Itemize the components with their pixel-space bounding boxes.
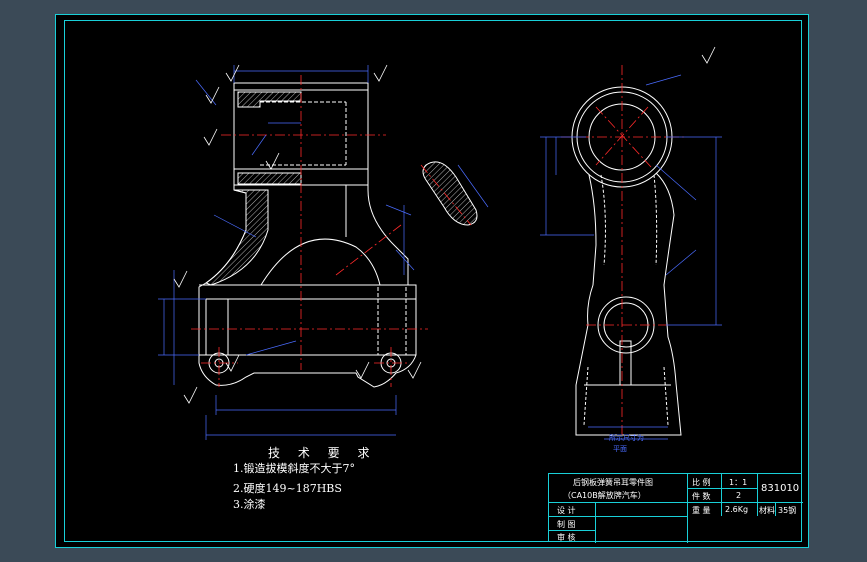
title-block: 后钢板弹簧吊耳零件图 （CA10B解放牌汽车） 比 例 1：1 件 数 2 83… [548,473,803,543]
drawing-sheet: 所示尺寸为 平面 技 术 要 求 1.锻造拔模斜度不大于7° 2.硬度149~1… [55,14,809,548]
quantity-value: 2 [736,491,742,500]
front-view-outline [198,82,417,388]
side-view-note-line1: 所示尺寸为 [609,434,644,442]
drawing-number: 831010 [761,483,800,494]
scale-value: 1：1 [729,478,748,487]
vehicle-model: （CA10B解放牌汽车） [563,491,646,500]
design-label: 设 计 [557,506,576,515]
quantity-label: 件 数 [692,492,711,501]
tech-requirements-title: 技 术 要 求 [268,446,377,460]
hatched-section-top [237,91,302,108]
weight-label: 重 量 [692,506,711,515]
front-center-lines [191,75,472,387]
material-value: 35钢 [778,506,797,515]
part-name: 后钢板弹簧吊耳零件图 [573,478,653,487]
hatched-section-left [204,189,269,286]
front-dimensions [158,65,489,440]
part-drawing [158,46,722,440]
review-label: 审 核 [557,533,576,542]
side-arm-outline [575,172,682,436]
tech-requirement-1: 1.锻造拔模斜度不大于7° [233,462,355,475]
side-view [571,86,682,436]
arch-cutout [260,238,381,286]
front-view [198,82,478,388]
tech-requirement-2: 2.硬度149~187HBS [233,482,342,495]
tech-requirement-3: 3.涂漆 [233,498,266,511]
side-view-note-line2: 平面 [613,445,627,453]
draw-label: 制 图 [557,520,576,529]
scale-label: 比 例 [692,478,711,487]
material-label: 材料 [759,506,775,515]
oblique-section [422,161,478,226]
weight-value: 2.6Kg [725,505,749,514]
